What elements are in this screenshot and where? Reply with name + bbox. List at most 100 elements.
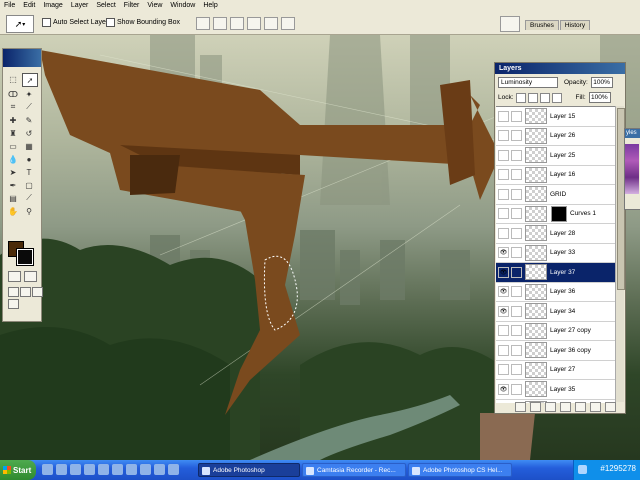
quick-launch-icon[interactable] <box>70 464 81 475</box>
visibility-eye-icon[interactable]: 👁 <box>498 247 509 259</box>
quick-launch-icon[interactable] <box>140 464 151 475</box>
layer-link-cell[interactable] <box>511 130 522 142</box>
layer-link-cell[interactable] <box>511 227 522 239</box>
magic-wand-tool-icon[interactable]: ✦ <box>22 88 36 100</box>
layer-link-cell[interactable] <box>511 305 522 317</box>
palette-well-icon[interactable] <box>500 16 520 32</box>
menu-image[interactable]: Image <box>39 0 66 12</box>
eraser-tool-icon[interactable]: ▭ <box>6 140 20 152</box>
quick-launch-icon[interactable] <box>126 464 137 475</box>
visibility-eye-icon[interactable] <box>498 110 509 122</box>
healing-brush-tool-icon[interactable]: ✚ <box>6 114 20 126</box>
lock-transparency-button[interactable] <box>515 92 526 103</box>
layer-link-cell[interactable] <box>511 266 522 278</box>
hand-tool-icon[interactable]: ✋ <box>6 205 20 217</box>
layer-row[interactable]: Curves 1 <box>496 205 615 224</box>
pen-tool-icon[interactable]: ✒ <box>6 179 20 191</box>
visibility-eye-icon[interactable] <box>498 169 509 181</box>
layer-row[interactable]: Layer 25 <box>496 146 615 166</box>
visibility-eye-icon[interactable]: 👁 <box>498 383 509 395</box>
layer-row[interactable]: Layer 27 copy <box>496 322 615 341</box>
visibility-eye-icon[interactable] <box>498 227 509 239</box>
bounding-box-checkbox[interactable]: Show Bounding Box <box>106 18 180 27</box>
quick-launch-icon[interactable] <box>168 464 179 475</box>
visibility-eye-icon[interactable] <box>498 149 509 161</box>
align-top-button[interactable] <box>196 17 210 30</box>
visibility-eye-icon[interactable] <box>498 188 509 200</box>
quick-launch-icon[interactable] <box>154 464 165 475</box>
full-screen-menu-button[interactable] <box>20 287 31 297</box>
history-brush-tool-icon[interactable]: ↺ <box>22 127 36 139</box>
fill-input[interactable]: 100% <box>588 92 611 103</box>
visibility-eye-icon[interactable]: 👁 <box>498 286 509 298</box>
background-color-swatch[interactable] <box>16 248 34 266</box>
layer-row[interactable]: 👁 Layer 36 <box>496 283 615 302</box>
tab-history[interactable]: History <box>559 20 591 30</box>
align-right-button[interactable] <box>281 17 295 30</box>
notes-tool-icon[interactable]: ▤ <box>6 192 20 204</box>
layer-row[interactable]: Layer 15 <box>496 107 615 127</box>
styles-swatches[interactable] <box>625 144 639 194</box>
marquee-tool-icon[interactable]: ⬚ <box>6 73 20 85</box>
quick-launch-icon[interactable] <box>112 464 123 475</box>
layer-row[interactable]: Layer 27 <box>496 361 615 380</box>
visibility-eye-icon[interactable] <box>498 208 509 220</box>
start-button[interactable]: Start <box>0 460 36 480</box>
align-middle-button[interactable] <box>213 17 227 30</box>
adjustment-layer-button[interactable] <box>560 402 571 412</box>
link-layers-button[interactable] <box>515 402 526 412</box>
quick-launch-icon[interactable] <box>42 464 53 475</box>
layer-row[interactable]: 👁 Layer 33 <box>496 244 615 263</box>
auto-select-checkbox[interactable]: Auto Select Layer <box>42 18 108 27</box>
layer-row[interactable]: Layer 28 <box>496 224 615 244</box>
menu-edit[interactable]: Edit <box>19 0 39 12</box>
menu-file[interactable]: File <box>0 0 19 12</box>
layer-link-cell[interactable] <box>511 286 522 298</box>
visibility-eye-icon[interactable] <box>498 325 509 337</box>
tab-brushes[interactable]: Brushes <box>525 20 559 30</box>
opacity-input[interactable]: 100% <box>590 77 613 88</box>
jump-to-imageready-button[interactable] <box>8 299 19 309</box>
full-screen-button[interactable] <box>32 287 43 297</box>
layer-row[interactable]: 👁 Layer 35 <box>496 380 615 400</box>
brush-tool-icon[interactable]: ✎ <box>22 114 36 126</box>
quick-mask-mode-button[interactable] <box>24 271 37 282</box>
lasso-tool-icon[interactable]: ↀ <box>6 88 20 100</box>
tray-icon[interactable] <box>578 465 587 474</box>
layer-row[interactable]: GRID <box>496 185 615 205</box>
quick-launch-icon[interactable] <box>98 464 109 475</box>
taskbar-button-photoshop-help[interactable]: Adobe Photoshop CS Hel... <box>408 463 512 477</box>
layer-row[interactable]: Layer 26 <box>496 127 615 146</box>
taskbar-button-photoshop[interactable]: Adobe Photoshop <box>198 463 300 477</box>
menu-help[interactable]: Help <box>199 0 221 12</box>
tool-preset-picker[interactable]: ➚ ▾ <box>6 15 34 33</box>
visibility-eye-icon[interactable] <box>498 364 509 376</box>
crop-tool-icon[interactable]: ⌗ <box>6 101 20 113</box>
shape-tool-icon[interactable]: ▢ <box>22 179 36 191</box>
menu-select[interactable]: Select <box>92 0 119 12</box>
layer-link-cell[interactable] <box>511 344 522 356</box>
layer-link-cell[interactable] <box>511 325 522 337</box>
layer-row[interactable]: Layer 36 copy <box>496 341 615 361</box>
new-group-button[interactable] <box>575 402 586 412</box>
menu-layer[interactable]: Layer <box>67 0 93 12</box>
layer-row[interactable]: 👁 Layer 37 <box>496 263 615 283</box>
standard-mode-button[interactable] <box>8 271 21 282</box>
eyedropper-tool-icon[interactable]: ⟋ <box>22 192 36 204</box>
gradient-tool-icon[interactable]: ▦ <box>22 140 36 152</box>
layers-scrollbar[interactable] <box>615 106 625 402</box>
type-tool-icon[interactable]: T <box>22 166 36 178</box>
blend-mode-select[interactable]: Luminosity <box>498 77 558 88</box>
layer-link-cell[interactable] <box>511 169 522 181</box>
layers-title-bar[interactable]: Layers <box>495 63 625 74</box>
menu-view[interactable]: View <box>143 0 166 12</box>
layer-link-cell[interactable] <box>511 188 522 200</box>
align-center-button[interactable] <box>264 17 278 30</box>
visibility-eye-icon[interactable]: 👁 <box>498 266 509 278</box>
menu-window[interactable]: Window <box>166 0 199 12</box>
dodge-tool-icon[interactable]: ● <box>22 153 36 165</box>
new-layer-button[interactable] <box>590 402 601 412</box>
move-tool-icon[interactable]: ➚ <box>22 73 38 87</box>
lock-image-button[interactable] <box>527 92 538 103</box>
delete-layer-button[interactable] <box>605 402 616 412</box>
